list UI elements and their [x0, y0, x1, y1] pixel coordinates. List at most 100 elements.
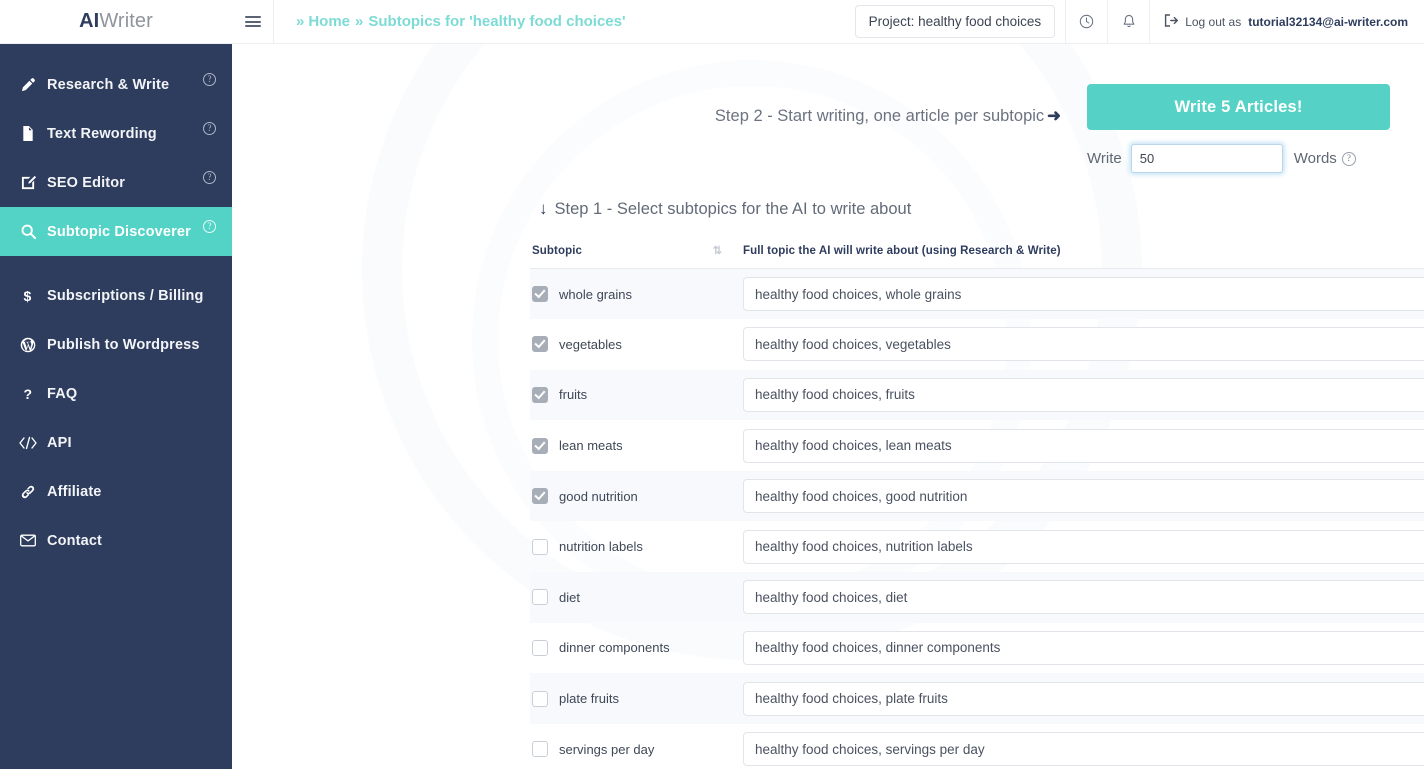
word-count-input[interactable] [1130, 144, 1283, 173]
sidebar-item-subtopic-discoverer[interactable]: Subtopic Discoverer ? [0, 207, 232, 256]
full-topic-input[interactable] [743, 377, 1424, 412]
link-icon [17, 484, 39, 500]
write-prefix-label: Write [1087, 150, 1122, 167]
subtopic-cell: servings per day [532, 741, 735, 758]
sidebar-item-text-rewording[interactable]: Text Rewording ? [0, 109, 232, 158]
column-header-full-topic-label: Full topic the AI will write about (usin… [743, 245, 1061, 257]
sort-icon[interactable]: ⇅ [713, 246, 722, 257]
cell-subtopic: plate fruits [530, 673, 735, 724]
full-topic-input[interactable] [743, 580, 1424, 615]
subtopic-checkbox[interactable] [532, 639, 548, 656]
help-icon[interactable]: ? [203, 73, 216, 86]
table-header-row: Subtopic ⇅ Full topic the AI will write … [530, 245, 1424, 269]
wordpress-icon [17, 337, 39, 353]
sidebar-item-label: Subscriptions / Billing [47, 287, 204, 304]
sidebar-item-seo-editor[interactable]: SEO Editor ? [0, 158, 232, 207]
write-articles-button[interactable]: Write 5 Articles! [1087, 84, 1390, 130]
sidebar-item-contact[interactable]: Contact [0, 516, 232, 565]
subtopic-cell: nutrition labels [532, 538, 735, 555]
subtopic-cell: whole grains [532, 286, 735, 303]
breadcrumb-home-link[interactable]: Home [308, 13, 350, 30]
subtopic-label: nutrition labels [559, 539, 643, 555]
sidebar-item-subscriptions-billing[interactable]: $ Subscriptions / Billing [0, 271, 232, 320]
subtopic-checkbox[interactable] [532, 488, 548, 505]
column-header-subtopic[interactable]: Subtopic ⇅ [530, 245, 735, 269]
logout-email: tutorial32134@ai-writer.com [1248, 14, 1408, 29]
subtopic-checkbox[interactable] [532, 386, 548, 403]
main-area: » Home » Subtopics for 'healthy food cho… [232, 0, 1424, 769]
column-header-full-topic[interactable]: Full topic the AI will write about (usin… [735, 245, 1424, 269]
sidebar-nav: Research & Write ? Text Rewording ? SEO … [0, 44, 232, 565]
words-suffix: Words ? [1294, 150, 1356, 167]
sidebar-item-faq[interactable]: ? FAQ [0, 369, 232, 418]
subtopic-label: dinner components [559, 640, 670, 656]
history-icon[interactable] [1065, 0, 1107, 43]
subtopic-checkbox[interactable] [532, 538, 548, 555]
full-topic-input[interactable] [743, 732, 1424, 767]
subtopic-label: servings per day [559, 741, 655, 757]
subtopic-checkbox[interactable] [532, 741, 548, 758]
sidebar-item-label: Publish to Wordpress [47, 336, 200, 353]
project-selector[interactable]: Project: healthy food choices [854, 5, 1056, 38]
code-icon [17, 436, 39, 450]
hamburger-icon [244, 14, 261, 30]
subtopic-checkbox[interactable] [532, 336, 548, 353]
subtopic-checkbox[interactable] [532, 690, 548, 707]
table-row: diet [530, 572, 1424, 623]
full-topic-input[interactable] [743, 630, 1424, 665]
help-icon[interactable]: ? [203, 122, 216, 135]
full-topic-input[interactable] [743, 428, 1424, 463]
help-icon[interactable]: ? [203, 171, 216, 184]
full-topic-input[interactable] [743, 277, 1424, 312]
cell-full-topic [735, 420, 1424, 471]
breadcrumb-chevron-icon: » [296, 13, 305, 30]
breadcrumb-current: Subtopics for 'healthy food choices' [368, 13, 626, 30]
cell-full-topic [735, 572, 1424, 623]
sidebar-divider [0, 256, 232, 271]
logout-button[interactable]: Log out as tutorial32134@ai-writer.com [1149, 0, 1424, 43]
edit-square-icon [17, 175, 39, 190]
sidebar-toggle-button[interactable] [232, 0, 274, 43]
help-icon[interactable]: ? [203, 220, 216, 233]
envelope-icon [17, 534, 39, 547]
word-count-row: Write Words ? [1087, 144, 1390, 173]
help-icon[interactable]: ? [1341, 151, 1356, 166]
step2-text: Step 2 - Start writing, one article per … [714, 107, 1045, 125]
sidebar-item-label: Subtopic Discoverer [47, 223, 191, 240]
content-area: Step 2 - Start writing, one article per … [232, 44, 1424, 769]
search-icon [17, 224, 39, 239]
brand-bold: AI [79, 10, 100, 32]
words-label: Words [1293, 150, 1337, 167]
subtopic-cell: plate fruits [532, 690, 735, 707]
table-row: plate fruits [530, 673, 1424, 724]
full-topic-input[interactable] [743, 529, 1424, 564]
full-topic-input[interactable] [743, 327, 1424, 362]
subtopic-checkbox[interactable] [532, 437, 548, 454]
sidebar-item-publish-wordpress[interactable]: Publish to Wordpress [0, 320, 232, 369]
brand-logo[interactable]: AIWriter [0, 0, 232, 44]
dollar-icon: $ [17, 288, 39, 304]
sidebar-item-affiliate[interactable]: Affiliate [0, 467, 232, 516]
subtopic-label: fruits [559, 387, 588, 403]
cell-subtopic: servings per day [530, 724, 735, 769]
table-head: Subtopic ⇅ Full topic the AI will write … [530, 245, 1424, 269]
table-row: good nutrition [530, 470, 1424, 522]
cell-full-topic [735, 319, 1424, 370]
full-topic-input[interactable] [743, 479, 1424, 514]
bell-icon[interactable] [1107, 0, 1149, 43]
cell-full-topic [735, 623, 1424, 674]
subtopic-checkbox[interactable] [532, 286, 548, 303]
sidebar-item-research-write[interactable]: Research & Write ? [0, 60, 232, 109]
cell-full-topic [735, 724, 1424, 769]
subtopic-checkbox[interactable] [532, 589, 548, 606]
cell-full-topic [735, 673, 1424, 724]
subtopic-label: whole grains [559, 286, 632, 302]
question-icon: ? [17, 386, 39, 402]
cell-subtopic: dinner components [530, 623, 735, 674]
table-row: dinner components [530, 623, 1424, 674]
step2-row: Step 2 - Start writing, one article per … [232, 44, 1424, 173]
subtopic-cell: vegetables [532, 336, 735, 353]
cell-subtopic: diet [530, 572, 735, 623]
sidebar-item-api[interactable]: API [0, 418, 232, 467]
full-topic-input[interactable] [743, 681, 1424, 716]
